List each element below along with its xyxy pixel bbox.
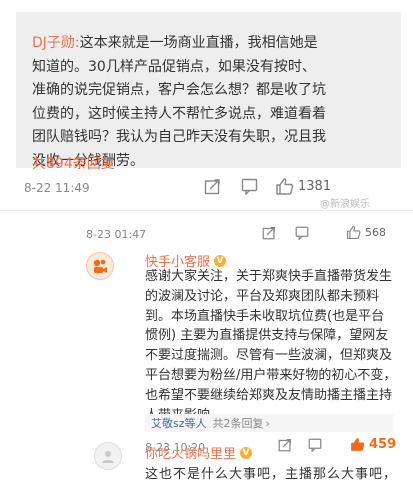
- share-button[interactable]: [278, 438, 292, 452]
- thumbs-up-icon: [346, 225, 361, 240]
- like-button[interactable]: 459: [350, 437, 396, 452]
- comment-1-text: 这本来就是一场商业直播，我相信她是知道的。30几样产品促销点，如果没有按时、准确…: [32, 35, 326, 169]
- like-button[interactable]: 1381: [275, 177, 331, 196]
- comment-1-username[interactable]: DJ子勋:: [32, 35, 80, 51]
- share-button[interactable]: [204, 178, 221, 195]
- like-count: 568: [365, 226, 386, 239]
- watermark: @新浪娱乐: [320, 199, 370, 210]
- comment-1-time: 8-22 11:49: [24, 181, 90, 195]
- sub-replies-count[interactable]: 共2条回复: [213, 415, 264, 431]
- thumbs-up-filled-icon: [351, 438, 365, 451]
- avatar[interactable]: [94, 442, 122, 470]
- like-count: 1381: [298, 179, 332, 194]
- user-avatar-icon: [102, 451, 114, 463]
- thumbs-up-icon: [276, 178, 294, 195]
- comment-4-text: 这也不是什么大事吧，主播那么大事吧，推荐是: [145, 467, 395, 482]
- share-icon: [204, 179, 220, 195]
- more-replies-link[interactable]: 共894条回复: [32, 153, 115, 173]
- share-button[interactable]: [262, 226, 276, 240]
- comment-icon: [241, 178, 258, 195]
- comment-icon: [295, 226, 309, 240]
- sub-replies-box[interactable]: 艾敬sz等人 共2条回复 ›: [145, 414, 393, 432]
- share-icon: [278, 439, 291, 452]
- comment-icon: [308, 438, 322, 452]
- avatar[interactable]: [86, 252, 114, 280]
- kuaishou-logo-icon: [93, 259, 107, 273]
- like-button[interactable]: 568: [346, 225, 386, 240]
- like-count: 459: [369, 437, 397, 452]
- comment-button[interactable]: [308, 438, 322, 452]
- comment-button[interactable]: [295, 226, 309, 240]
- share-icon: [262, 227, 275, 240]
- comment-3-text: 感谢大家关注，关于郑爽快手直播带货发生的波澜及讨论，平台及郑爽团队都未预料到。本…: [145, 269, 397, 423]
- verified-badge-icon: V: [240, 446, 253, 459]
- chevron-right-icon: ›: [265, 416, 270, 430]
- verified-badge-icon: V: [214, 254, 227, 267]
- comment-4-username-row: 你吃火锅吗里里 V: [145, 443, 253, 462]
- divider: [0, 210, 413, 211]
- comment-1-body: DJ子勋:这本来就是一场商业直播，我相信她是知道的。30几样产品促销点，如果没有…: [32, 32, 328, 173]
- comment-card-1: DJ子勋:这本来就是一场商业直播，我相信她是知道的。30几样产品促销点，如果没有…: [16, 12, 401, 172]
- comment-2-time: 8-23 01:47: [86, 228, 147, 241]
- sub-replies-users[interactable]: 艾敬sz等人: [151, 415, 207, 431]
- comment-4-username[interactable]: 你吃火锅吗里里: [145, 443, 236, 462]
- comment-button[interactable]: [241, 178, 258, 195]
